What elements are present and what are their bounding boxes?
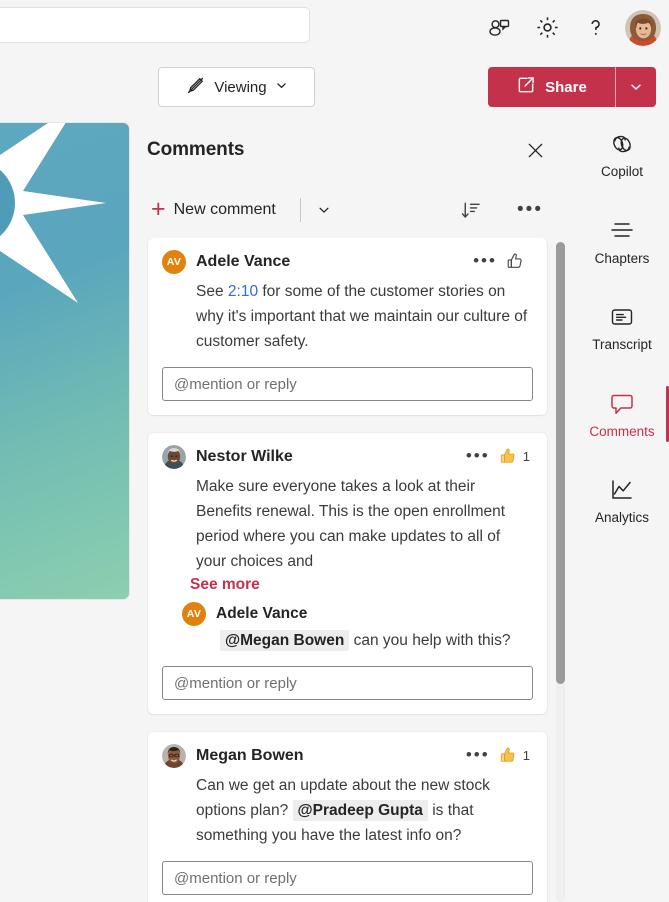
comments-panel-header: Comments: [131, 122, 575, 184]
comment-body: See 2:10 for some of the customer storie…: [196, 279, 533, 354]
comment-body: Can we get an update about the new stock…: [196, 773, 533, 848]
new-comment-button[interactable]: + New comment: [143, 191, 284, 229]
reply-input[interactable]: [162, 367, 533, 401]
thumbs-up-filled-icon[interactable]: 1: [496, 744, 533, 767]
thumbs-up-filled-icon[interactable]: 1: [496, 445, 533, 468]
chapters-icon: [608, 217, 636, 245]
mention-chip[interactable]: @Pradeep Gupta: [292, 800, 428, 821]
reply-author: Adele Vance: [216, 605, 308, 622]
transcript-icon: [608, 303, 636, 331]
comment-body: Make sure everyone takes a look at their…: [196, 478, 506, 570]
avatar[interactable]: [625, 9, 661, 46]
comment-reply: AV Adele Vance @Megan Bowen can you help…: [182, 602, 533, 653]
viewing-mode-label: Viewing: [214, 78, 267, 96]
comment-author: Nestor Wilke: [196, 448, 293, 465]
scrollbar-thumb[interactable]: [556, 242, 565, 684]
chevron-down-icon: [275, 79, 288, 96]
avatar: AV: [182, 602, 206, 626]
see-more-link[interactable]: See more: [190, 576, 260, 594]
rail-item-analytics[interactable]: Analytics: [575, 468, 669, 531]
timestamp-link[interactable]: 2:10: [228, 283, 258, 300]
video-preview[interactable]: dership A: [0, 122, 130, 600]
comments-toolbar: + New comment •••: [131, 184, 575, 238]
comment-card: Megan Bowen ••• 1 Can we get an update a…: [148, 732, 547, 902]
comment-text-prefix: See: [196, 283, 228, 300]
comment-more-icon[interactable]: •••: [464, 443, 492, 469]
avatar: [162, 445, 186, 469]
comment-more-icon[interactable]: •••: [471, 248, 499, 274]
comment-header: Nestor Wilke ••• 1: [162, 445, 533, 471]
command-bar: Viewing Share: [0, 55, 669, 118]
comment-card: Nestor Wilke ••• 1 Make sure everyone ta…: [148, 433, 547, 714]
copilot-icon: [608, 130, 636, 158]
new-comment-label: New comment: [173, 201, 276, 218]
search-input[interactable]: [0, 7, 310, 43]
new-comment-options-caret[interactable]: [305, 191, 343, 229]
share-icon: [516, 75, 536, 99]
mention-chip[interactable]: @Megan Bowen: [220, 630, 350, 651]
comment-card: AV Adele Vance ••• See 2:10 for some of …: [148, 238, 547, 415]
rail-item-transcript[interactable]: Transcript: [575, 295, 669, 358]
comment-header: Megan Bowen ••• 1: [162, 744, 533, 770]
comment-header: AV Adele Vance •••: [162, 250, 533, 276]
rail-item-chapters[interactable]: Chapters: [575, 209, 669, 272]
help-icon[interactable]: [575, 8, 615, 48]
thumbs-up-outline-icon[interactable]: [503, 250, 533, 273]
reply-input[interactable]: [162, 861, 533, 895]
rail-item-copilot[interactable]: Copilot: [575, 122, 669, 185]
comments-scrollbar[interactable]: [556, 242, 565, 902]
plus-icon: +: [151, 194, 166, 223]
viewing-mode-button[interactable]: Viewing: [158, 67, 315, 107]
comment-list: AV Adele Vance ••• See 2:10 for some of …: [131, 238, 575, 902]
share-label: Share: [545, 78, 587, 96]
sort-descending-icon[interactable]: [451, 191, 489, 229]
comment-author: Megan Bowen: [196, 747, 304, 764]
comment-more-icon[interactable]: •••: [464, 742, 492, 768]
comment-author: Adele Vance: [196, 253, 291, 270]
top-bar: [0, 0, 669, 55]
compass-star-graphic: [0, 123, 106, 303]
gear-icon[interactable]: [527, 8, 567, 48]
page-title: Comments: [147, 139, 245, 160]
app-root: Viewing Share Comments + New comment •••…: [0, 0, 669, 902]
pen-crossed-icon: [185, 75, 206, 100]
toolbar-divider: [300, 198, 301, 222]
side-rail: Copilot Chapters Transcript Comments Ana…: [575, 122, 669, 902]
reply-body: @Megan Bowen can you help with this?: [220, 628, 533, 653]
reaction-count: 1: [522, 448, 530, 464]
rail-label: Copilot: [600, 164, 644, 179]
reply-header: AV Adele Vance: [182, 602, 533, 626]
rail-label: Chapters: [594, 250, 650, 266]
rail-label: Analytics: [594, 510, 650, 525]
rail-label: Transcript: [592, 337, 652, 352]
avatar: [162, 744, 186, 768]
comments-icon: [608, 390, 636, 418]
reply-input[interactable]: [162, 666, 533, 700]
comment-actions: •••: [471, 248, 533, 274]
more-horizontal-icon[interactable]: •••: [511, 191, 549, 229]
avatar: AV: [162, 250, 186, 274]
comment-actions: ••• 1: [464, 742, 533, 768]
comments-panel: Comments + New comment ••• AV Adele Vanc…: [131, 122, 575, 902]
topbar-icon-group: [479, 0, 661, 55]
close-icon[interactable]: [517, 132, 553, 168]
share-options-caret[interactable]: [615, 67, 656, 107]
reply-text: can you help with this?: [349, 632, 511, 649]
share-button-group: Share: [488, 67, 656, 107]
reaction-count: 1: [522, 747, 530, 763]
analytics-icon: [608, 476, 636, 504]
rail-item-comments[interactable]: Comments: [575, 382, 669, 445]
feedback-icon[interactable]: [479, 8, 519, 48]
rail-label: Comments: [589, 423, 655, 439]
comment-actions: ••• 1: [464, 443, 533, 469]
share-button[interactable]: Share: [488, 67, 615, 107]
